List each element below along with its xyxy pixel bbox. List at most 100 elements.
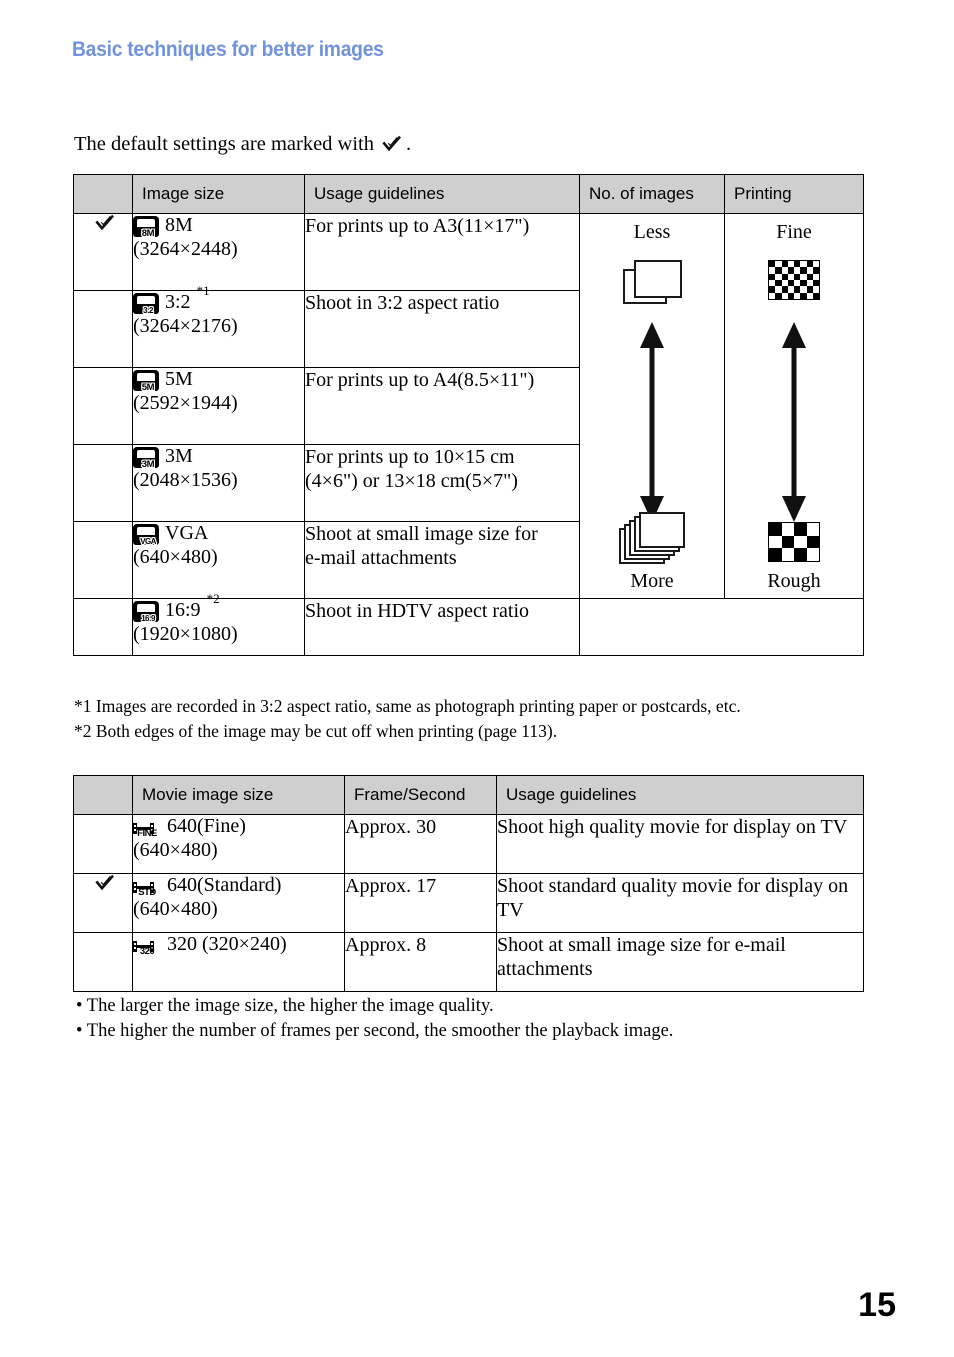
movie-size-icon: 320	[133, 935, 161, 957]
bullet-item: • The higher the number of frames per se…	[76, 1021, 674, 1041]
footnote-2: *2 Both edges of the image may be cut of…	[74, 721, 558, 741]
no-of-images-top-label: Less	[633, 221, 671, 243]
default-marker-cell	[73, 367, 133, 445]
usage-line: Shoot in 3:2 aspect ratio	[305, 292, 500, 314]
movie-size-resolution: (640×480)	[133, 898, 218, 920]
printing-arrow-icon	[778, 322, 810, 522]
image-size-icon: VGA	[133, 524, 159, 546]
rough-checkerboard-icon	[768, 522, 820, 562]
usage-guidelines-cell: For prints up to 10×15 cm (4×6") or 13×1…	[304, 444, 580, 522]
checkmark-icon	[382, 135, 401, 154]
image-size-name: 16:9	[165, 599, 201, 621]
table-row: STD 640(Standard) (640×480) Approx. 17 S…	[73, 873, 864, 933]
movie-size-cell: STD 640(Standard) (640×480)	[132, 873, 345, 933]
usage-line: For prints up to 10×15 cm	[305, 446, 515, 468]
image-size-cell: 5M 5M (2592×1944)	[132, 367, 305, 445]
col-header-image-size: Image size	[132, 174, 305, 214]
intro-text: The default settings are marked with	[74, 133, 374, 155]
image-size-name: 3M	[165, 445, 193, 467]
footnote-1: *1 Images are recorded in 3:2 aspect rat…	[74, 696, 741, 716]
paper-stack-icon	[619, 512, 685, 564]
default-marker-cell	[73, 873, 133, 933]
movie-size-icon: STD	[133, 876, 161, 898]
usage-guidelines-cell: Shoot at small image size for e-mail att…	[304, 521, 580, 599]
movie-size-name: 320 (320×240)	[167, 933, 287, 955]
movie-size-icon: FINE	[133, 817, 161, 839]
col-header-printing: Printing	[724, 174, 864, 214]
image-size-icon: 8M	[133, 216, 159, 239]
page-title: Basic techniques for better images	[72, 38, 384, 61]
table-row: FINE 640(Fine) (640×480) Approx. 30 Shoo…	[73, 814, 864, 874]
table-row: 16:9 16:9 *2 (1920×1080) Shoot in HDTV a…	[73, 592, 864, 656]
col-header-no-of-images: No. of images	[579, 174, 725, 214]
usage-line: For prints up to A3(11×17")	[305, 215, 530, 237]
image-size-name: 3:2	[165, 291, 191, 313]
default-marker-cell	[73, 598, 133, 656]
col-header-default	[73, 775, 133, 815]
usage-line: Shoot standard quality movie for display…	[497, 875, 849, 897]
usage-line: Shoot at small image size for	[305, 523, 538, 545]
usage-line: Shoot in HDTV aspect ratio	[305, 600, 530, 622]
image-size-icon: 3:2	[133, 293, 159, 315]
bullet-item: • The larger the image size, the higher …	[76, 996, 494, 1016]
image-size-resolution: (3264×2448)	[133, 238, 238, 260]
usage-line: Shoot at small image size for e-mail	[497, 934, 786, 956]
checkmark-icon	[95, 214, 114, 233]
checkmark-icon	[95, 874, 114, 893]
movie-size-cell: 320 320 (320×240)	[132, 932, 345, 992]
fine-checkerboard-icon	[768, 260, 820, 300]
default-marker-cell	[73, 213, 133, 291]
table-header-row: Image size Usage guidelines No. of image…	[73, 174, 864, 214]
table-header-row: Movie image size Frame/Second Usage guid…	[73, 775, 864, 815]
table-row: 320 320 (320×240) Approx. 8 Shoot at sma…	[73, 932, 864, 992]
default-marker-cell	[73, 814, 133, 874]
image-size-cell: 16:9 16:9 *2 (1920×1080)	[132, 592, 305, 656]
usage-guidelines-cell: For prints up to A3(11×17")	[304, 213, 580, 291]
image-size-resolution: (2592×1944)	[133, 392, 238, 414]
no-of-images-bottom-label: More	[630, 570, 674, 592]
intro-period: .	[406, 133, 412, 155]
image-size-resolution: (2048×1536)	[133, 469, 238, 491]
usage-line: (4×6") or 13×18 cm(5×7")	[305, 470, 518, 493]
movie-size-cell: FINE 640(Fine) (640×480)	[132, 814, 345, 874]
usage-line: For prints up to A4(8.5×11")	[305, 369, 535, 391]
image-size-resolution: (640×480)	[133, 546, 218, 568]
usage-guidelines-cell: Shoot in HDTV aspect ratio	[304, 598, 580, 656]
still-image-size-table: Image size Usage guidelines No. of image…	[73, 174, 864, 656]
usage-guidelines-cell: Shoot high quality movie for display on …	[496, 814, 864, 874]
image-size-cell: VGA VGA (640×480)	[132, 521, 305, 599]
image-size-cell: 8M 8M (3264×2448)	[132, 213, 305, 291]
movie-image-size-table: Movie image size Frame/Second Usage guid…	[73, 775, 864, 992]
col-header-usage-guidelines: Usage guidelines	[304, 174, 580, 214]
frame-second-cell: Approx. 30	[344, 814, 497, 874]
default-marker-cell	[73, 932, 133, 992]
usage-line: Shoot high quality movie for display on …	[497, 816, 848, 838]
printing-top-label: Fine	[776, 221, 812, 243]
movie-size-name: 640(Fine)	[167, 815, 246, 837]
image-size-icon: 3M	[133, 447, 159, 470]
usage-line: e-mail attachments	[305, 547, 457, 570]
printing-bottom-label: Rough	[767, 570, 821, 592]
intro-line: The default settings are marked with .	[74, 133, 411, 156]
image-size-cell: 3M 3M (2048×1536)	[132, 444, 305, 522]
printing-scale-cell: Fine Rough	[724, 213, 864, 599]
usage-line: attachments	[497, 958, 593, 981]
col-header-default	[73, 174, 133, 214]
default-marker-cell	[73, 521, 133, 599]
default-marker-cell	[73, 290, 133, 368]
col-header-movie-image-size: Movie image size	[132, 775, 345, 815]
frame-second-cell: Approx. 17	[344, 873, 497, 933]
usage-guidelines-cell: Shoot in 3:2 aspect ratio	[304, 290, 580, 368]
image-size-name: 8M	[165, 214, 193, 236]
image-size-name: VGA	[165, 522, 209, 544]
col-header-frame-second: Frame/Second	[344, 775, 497, 815]
usage-guidelines-cell: Shoot at small image size for e-mail att…	[496, 932, 864, 992]
usage-guidelines-cell: For prints up to A4(8.5×11")	[304, 367, 580, 445]
frame-second-cell: Approx. 8	[344, 932, 497, 992]
page-number: 15	[858, 1286, 896, 1324]
image-size-resolution: (1920×1080)	[133, 623, 238, 645]
table-row: 8M 8M (3264×2448) For prints up to A3(11…	[73, 213, 864, 599]
no-of-images-arrow-icon	[636, 322, 668, 522]
default-marker-cell	[73, 444, 133, 522]
image-size-icon: 5M	[133, 370, 159, 393]
